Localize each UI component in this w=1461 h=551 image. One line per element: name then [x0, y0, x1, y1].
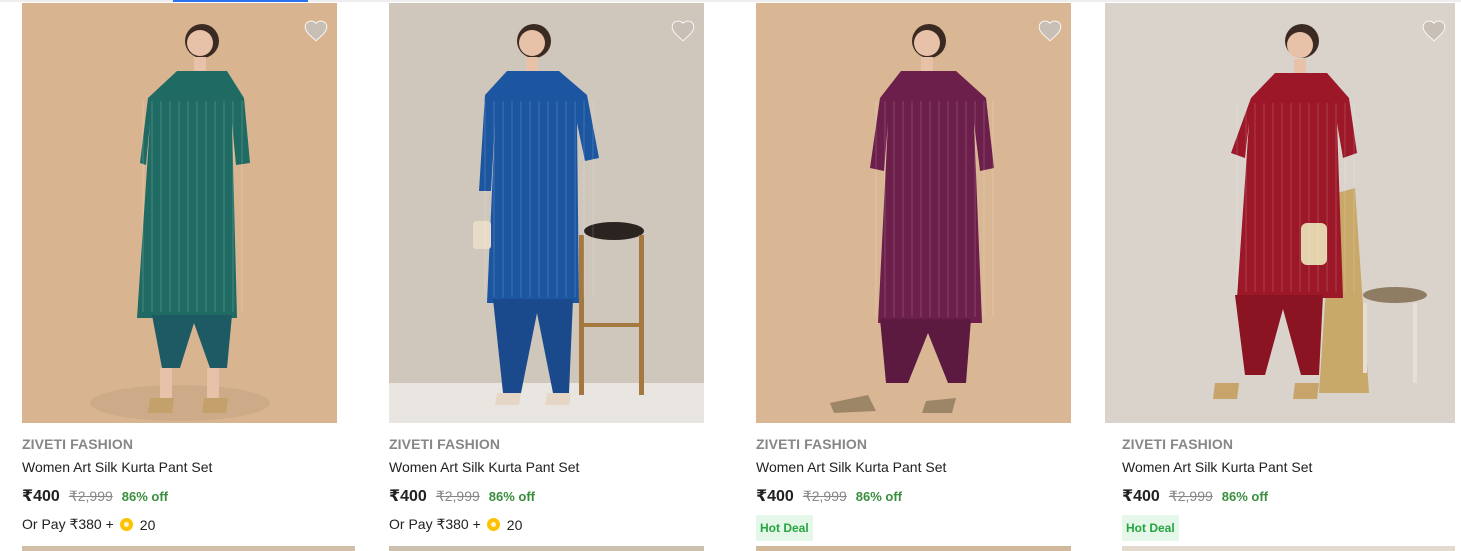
- price-row: ₹400 ₹2,999 86% off: [389, 486, 704, 506]
- supercoin-icon: [119, 518, 133, 531]
- wishlist-heart-icon[interactable]: [1037, 18, 1071, 48]
- pay-offer-text: Or Pay ₹380 +: [389, 516, 481, 532]
- discount-percent: 86% off: [1221, 489, 1269, 504]
- original-price: ₹2,999: [435, 488, 480, 504]
- original-price: ₹2,999: [1168, 488, 1213, 504]
- product-brand: ZIVETI FASHION: [1122, 436, 1234, 452]
- product-image[interactable]: [22, 3, 337, 423]
- model-photo: [22, 3, 337, 423]
- selling-price: ₹400: [756, 488, 794, 505]
- model-photo: [756, 3, 1071, 423]
- product-image[interactable]: [1105, 3, 1455, 423]
- price-row: ₹400 ₹2,999 86% off: [1122, 486, 1455, 506]
- price-row: ₹400 ₹2,999 86% off: [22, 486, 337, 506]
- wishlist-heart-icon[interactable]: [1421, 18, 1455, 48]
- supercoin-count: 20: [139, 516, 156, 533]
- product-card[interactable]: ZIVETI FASHION Women Art Silk Kurta Pant…: [22, 3, 337, 533]
- price-row: ₹400 ₹2,999 86% off: [756, 486, 1071, 506]
- original-price: ₹2,999: [68, 488, 113, 504]
- discount-percent: 86% off: [121, 489, 169, 504]
- wishlist-heart-icon[interactable]: [303, 18, 337, 48]
- original-price: ₹2,999: [802, 488, 847, 504]
- hot-deal-badge: Hot Deal: [756, 515, 813, 541]
- next-row-thumbnail[interactable]: [22, 546, 355, 551]
- supercoin-icon: [486, 518, 500, 531]
- product-brand: ZIVETI FASHION: [756, 436, 868, 452]
- product-image[interactable]: [389, 3, 704, 423]
- selling-price: ₹400: [22, 488, 60, 505]
- supercoin-count: 20: [506, 516, 523, 533]
- product-title[interactable]: Women Art Silk Kurta Pant Set: [22, 459, 337, 475]
- next-row-thumbnail[interactable]: [756, 546, 1071, 551]
- product-title[interactable]: Women Art Silk Kurta Pant Set: [389, 459, 704, 475]
- product-title[interactable]: Women Art Silk Kurta Pant Set: [756, 459, 1071, 475]
- discount-percent: 86% off: [488, 489, 536, 504]
- pay-offer-text: Or Pay ₹380 +: [22, 516, 114, 532]
- supercoin-offer: Or Pay ₹380 + 20: [22, 516, 337, 533]
- model-photo: [1105, 3, 1455, 423]
- active-tab-indicator: [173, 0, 308, 2]
- discount-percent: 86% off: [855, 489, 903, 504]
- product-card[interactable]: ZIVETI FASHION Women Art Silk Kurta Pant…: [756, 3, 1071, 541]
- wishlist-heart-icon[interactable]: [670, 18, 704, 48]
- product-card[interactable]: ZIVETI FASHION Women Art Silk Kurta Pant…: [1105, 3, 1455, 541]
- model-photo: [389, 3, 704, 423]
- next-row-thumbnail[interactable]: [389, 546, 704, 551]
- supercoin-offer: Or Pay ₹380 + 20: [389, 516, 704, 533]
- selling-price: ₹400: [389, 488, 427, 505]
- selling-price: ₹400: [1122, 488, 1160, 505]
- product-brand: ZIVETI FASHION: [22, 436, 134, 452]
- next-row-thumbnail[interactable]: [1122, 546, 1455, 551]
- product-image[interactable]: [756, 3, 1071, 423]
- product-title[interactable]: Women Art Silk Kurta Pant Set: [1122, 459, 1455, 475]
- product-card[interactable]: ZIVETI FASHION Women Art Silk Kurta Pant…: [389, 3, 704, 533]
- product-brand: ZIVETI FASHION: [389, 436, 501, 452]
- hot-deal-badge: Hot Deal: [1122, 515, 1179, 541]
